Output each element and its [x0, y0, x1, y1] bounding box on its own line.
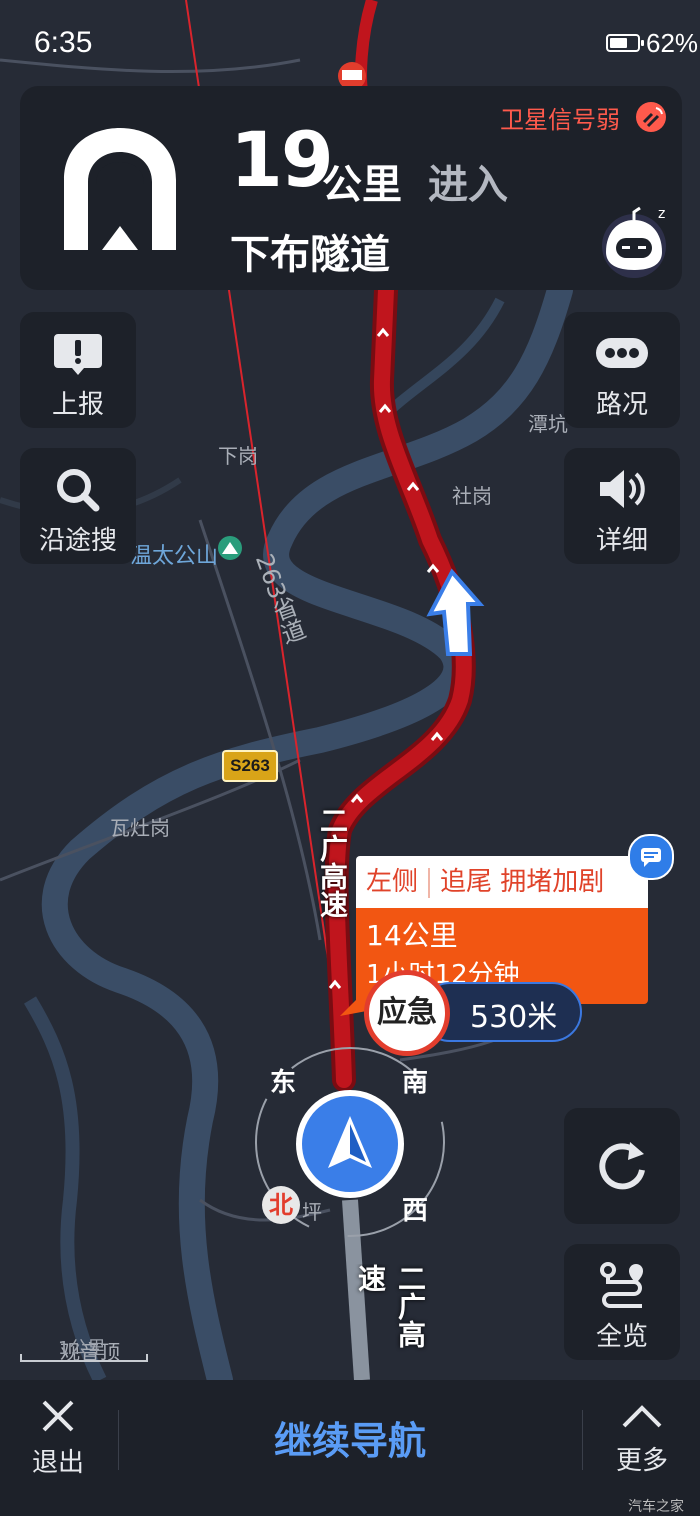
- status-time: 6:35: [34, 26, 93, 59]
- incident-distance: 14公里: [366, 919, 458, 952]
- speaker-icon: [600, 470, 645, 508]
- incident-type: 追尾 拥堵加剧: [440, 867, 605, 897]
- current-location-marker: [296, 1090, 404, 1198]
- distance-unit: 公里: [322, 162, 402, 208]
- map-label-ping: 坪: [302, 1200, 322, 1224]
- refresh-icon: [599, 1142, 645, 1190]
- search-along-button[interactable]: 沿途搜: [20, 448, 136, 564]
- map-label-wenta: 温太公山: [130, 544, 219, 569]
- next-road-name: 下布隧道: [230, 232, 390, 278]
- bottom-divider-right: [582, 1410, 583, 1470]
- road-shield-s263: S263: [222, 750, 278, 782]
- highway-label-bottom: 二广高速: [354, 1264, 427, 1348]
- battery-icon: [606, 34, 644, 52]
- traffic-label: 路况: [595, 390, 648, 420]
- emergency-distance: 530米: [470, 1000, 558, 1035]
- scale-bar: [20, 1354, 148, 1362]
- search-icon: [57, 469, 100, 512]
- distance-value: 19: [230, 115, 334, 204]
- maneuver-action: 进入: [428, 162, 508, 208]
- detail-button[interactable]: 详细: [564, 448, 680, 564]
- more-button[interactable]: 更多: [606, 1402, 678, 1477]
- route-overview-icon: [600, 1262, 643, 1308]
- emergency-lane-badge[interactable]: 应急: [364, 970, 450, 1056]
- message-icon[interactable]: [628, 834, 674, 880]
- refresh-route-button[interactable]: [564, 1108, 680, 1224]
- compass-east: 东: [270, 1068, 297, 1098]
- search-along-label: 沿途搜: [38, 526, 117, 556]
- incident-divider: [428, 867, 431, 898]
- detail-label: 详细: [595, 526, 648, 556]
- map-label-tankeng: 潭坑: [528, 412, 568, 436]
- status-bar: 6:35 62%: [0, 0, 700, 84]
- compass-north[interactable]: 北: [262, 1186, 300, 1224]
- more-label: 更多: [615, 1446, 668, 1476]
- map-label-wazao: 瓦灶岗: [110, 816, 170, 840]
- overview-button[interactable]: 全览: [564, 1244, 680, 1360]
- satellite-signal-icon: [636, 102, 666, 132]
- highway-label-top: 二广高速: [316, 806, 349, 918]
- guidance-panel[interactable]: 19 公里 进入 下布隧道 卫星信号弱 z: [20, 86, 682, 290]
- svg-text:z: z: [658, 206, 665, 222]
- report-button[interactable]: 上报: [20, 312, 136, 428]
- tunnel-icon: [64, 128, 176, 250]
- report-label: 上报: [51, 390, 104, 420]
- exit-button[interactable]: 退出: [26, 1398, 90, 1479]
- watermark: 汽车之家: [628, 1499, 684, 1515]
- bottom-divider-left: [118, 1410, 119, 1470]
- voice-assistant-icon[interactable]: z: [598, 202, 676, 282]
- report-icon: [54, 334, 102, 375]
- map-label-shegang: 社岗: [452, 484, 492, 508]
- overview-label: 全览: [595, 1322, 648, 1352]
- bottom-bar: 退出 继续导航 更多: [0, 1380, 700, 1516]
- more-dots-icon: [596, 338, 648, 368]
- compass-west: 西: [402, 1196, 429, 1226]
- incident-side: 左侧: [366, 867, 419, 897]
- compass-south: 南: [402, 1068, 429, 1098]
- gps-weak-warning: 卫星信号弱: [500, 106, 620, 134]
- navigation-arrow-icon: [328, 1116, 372, 1168]
- traffic-button[interactable]: 路况: [564, 312, 680, 428]
- continue-navigation-button[interactable]: 继续导航: [120, 1410, 580, 1465]
- close-icon: [42, 1400, 74, 1432]
- map-label-xiagang: 下岗: [218, 444, 258, 468]
- exit-label: 退出: [31, 1448, 84, 1478]
- battery-level: 62%: [646, 28, 699, 58]
- chevron-up-icon: [622, 1405, 662, 1428]
